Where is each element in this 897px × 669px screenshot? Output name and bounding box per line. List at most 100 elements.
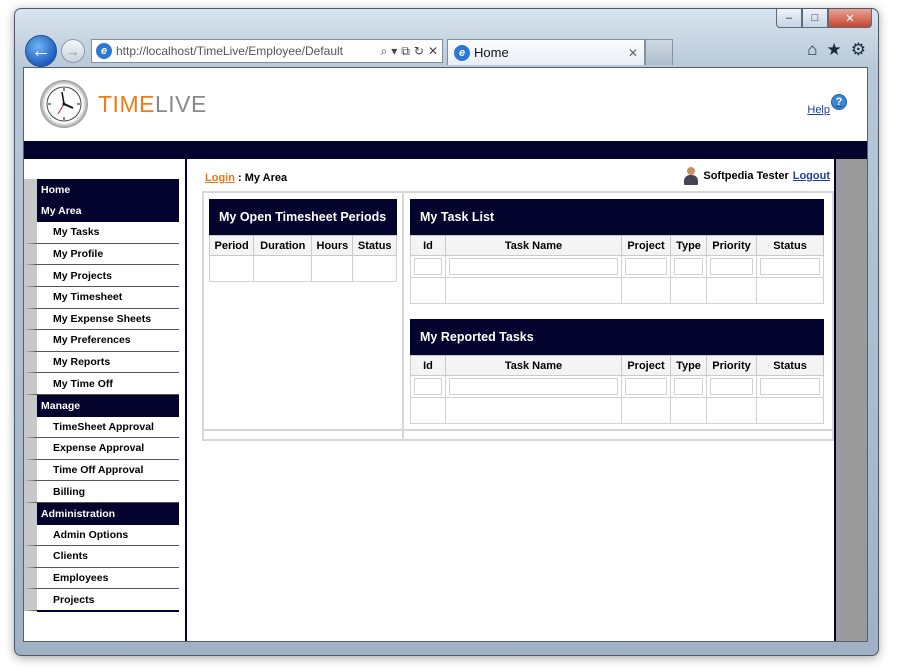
filter-input[interactable] [710, 258, 753, 275]
column-header[interactable]: Status [352, 235, 397, 256]
empty-cell [445, 397, 622, 424]
sidebar-section-my-area[interactable]: My Area [24, 200, 179, 223]
sidebar-item-my-timesheet[interactable]: My Timesheet [24, 286, 179, 309]
sidebar-item-my-preferences[interactable]: My Preferences [24, 330, 179, 352]
page-viewport: TIMELIVE Help ? Home My Area My Tasks My Pr… [23, 67, 868, 642]
column-header[interactable]: Status [756, 355, 824, 376]
reported-tasks-grid: Id Task Name Project Type Priority Statu… [410, 355, 824, 424]
column-header[interactable]: Task Name [445, 355, 622, 376]
empty-cell [621, 277, 671, 304]
column-header[interactable]: Period [208, 235, 255, 256]
sidebar-item-employees[interactable]: Employees [24, 567, 179, 590]
filter-cell [621, 375, 671, 398]
sidebar-item-my-tasks[interactable]: My Tasks [24, 222, 179, 244]
column-header[interactable]: Task Name [445, 235, 622, 256]
filter-input[interactable] [760, 258, 820, 275]
column-header[interactable]: Hours [311, 235, 354, 256]
sidebar-section-home[interactable]: Home [24, 179, 179, 201]
column-header[interactable]: Type [670, 355, 707, 376]
column-header[interactable]: Project [621, 355, 671, 376]
filter-cell [756, 255, 824, 278]
filter-input[interactable] [414, 258, 442, 275]
filter-cell [445, 255, 622, 278]
sidebar-item-my-profile[interactable]: My Profile [24, 243, 179, 266]
timesheet-panel-title: My Open Timesheet Periods [209, 199, 397, 235]
logo-live-text: LIVE [154, 91, 207, 117]
task-list-grid: Id Task Name Project Type Priority Statu… [410, 235, 824, 304]
column-header[interactable]: Status [756, 235, 824, 256]
filter-input[interactable] [414, 378, 442, 395]
logout-link[interactable]: Logout [793, 170, 830, 182]
filter-cell [410, 375, 446, 398]
column-header[interactable]: Id [410, 355, 446, 376]
column-header[interactable]: Id [410, 235, 446, 256]
filter-input[interactable] [449, 258, 618, 275]
favorites-star-icon[interactable]: ★ [827, 40, 842, 60]
user-info: Softpedia Tester Logout [683, 167, 830, 185]
new-tab-button[interactable] [645, 39, 673, 65]
filter-cell [621, 255, 671, 278]
sidebar-item-my-reports[interactable]: My Reports [24, 351, 179, 374]
filter-input[interactable] [625, 378, 667, 395]
timesheet-grid: Period Duration Hours Status [208, 235, 397, 282]
window-controls: – □ ✕ [776, 9, 872, 28]
close-button[interactable]: ✕ [828, 9, 872, 28]
address-tools: ⌕ ▾ ⧉ ↻ ✕ [381, 44, 438, 59]
refresh-icon[interactable]: ↻ [414, 44, 424, 59]
minimize-button[interactable]: – [776, 9, 802, 28]
help-question-icon[interactable]: ? [831, 94, 847, 110]
filter-input[interactable] [674, 378, 703, 395]
sidebar-item-my-time-off[interactable]: My Time Off [24, 373, 179, 395]
column-header[interactable]: Duration [253, 235, 313, 256]
dropdown-icon[interactable]: ▾ [391, 44, 397, 59]
sidebar-item-projects[interactable]: Projects [24, 589, 179, 611]
tab-close-icon[interactable]: ✕ [628, 46, 638, 60]
settings-gear-icon[interactable]: ⚙ [851, 40, 866, 60]
column-divider [402, 193, 404, 439]
compatibility-icon[interactable]: ⧉ [401, 44, 410, 59]
empty-cell [410, 277, 446, 304]
sidebar-item-time-off-approval[interactable]: Time Off Approval [24, 459, 179, 482]
user-name: Softpedia Tester [703, 170, 789, 182]
filter-input[interactable] [710, 378, 753, 395]
sidebar-section-administration[interactable]: Administration [24, 502, 179, 525]
back-button[interactable]: ← [25, 35, 57, 67]
sidebar-item-my-projects[interactable]: My Projects [24, 265, 179, 287]
forward-arrow-icon: → [66, 43, 80, 59]
reported-tasks-panel-title: My Reported Tasks [410, 319, 824, 355]
column-header[interactable]: Type [670, 235, 707, 256]
empty-cell [621, 397, 671, 424]
user-avatar-icon [683, 167, 699, 185]
column-header[interactable]: Priority [706, 355, 757, 376]
home-icon[interactable]: ⌂ [807, 40, 817, 60]
filter-input[interactable] [674, 258, 703, 275]
dashboard-frame: My Open Timesheet Periods Period Duratio… [202, 191, 834, 441]
sidebar-section-manage[interactable]: Manage [24, 394, 179, 417]
empty-cell [706, 397, 757, 424]
address-bar[interactable]: e http://localhost/TimeLive/Employee/Def… [91, 39, 443, 63]
search-icon[interactable]: ⌕ [381, 44, 388, 59]
filter-input[interactable] [760, 378, 820, 395]
sidebar-item-my-expense-sheets[interactable]: My Expense Sheets [24, 308, 179, 331]
sidebar-item-expense-approval[interactable]: Expense Approval [24, 438, 179, 460]
filter-input[interactable] [625, 258, 667, 275]
stop-icon[interactable]: ✕ [428, 44, 438, 59]
column-header[interactable]: Priority [706, 235, 757, 256]
forward-button[interactable]: → [61, 39, 85, 63]
column-header[interactable]: Project [621, 235, 671, 256]
tab-home[interactable]: e Home ✕ [447, 39, 645, 65]
sidebar-item-billing[interactable]: Billing [24, 481, 179, 503]
help-link[interactable]: Help ? [807, 94, 847, 116]
sidebar-item-admin-options[interactable]: Admin Options [24, 524, 179, 547]
empty-cell [756, 277, 824, 304]
breadcrumb-login-link[interactable]: Login [205, 172, 235, 184]
sidebar-item-clients[interactable]: Clients [24, 546, 179, 568]
address-url[interactable]: http://localhost/TimeLive/Employee/Defau… [116, 44, 379, 58]
maximize-button[interactable]: □ [802, 9, 828, 28]
filter-input[interactable] [449, 378, 618, 395]
help-label[interactable]: Help [807, 104, 830, 116]
sidebar-item-timesheet-approval[interactable]: TimeSheet Approval [24, 416, 179, 439]
site-icon: e [96, 43, 112, 59]
tab-label: Home [474, 45, 509, 60]
clock-logo-icon [40, 80, 88, 128]
